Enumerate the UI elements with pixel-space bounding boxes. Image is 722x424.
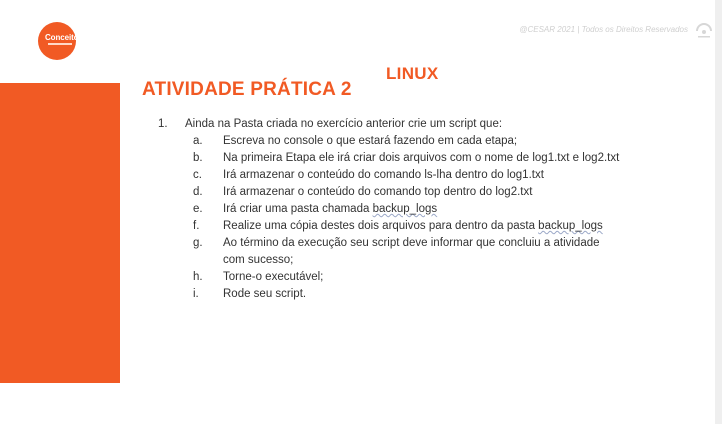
- sub-list: a. Escreva no console o que estará fazen…: [158, 133, 638, 303]
- sub-item-text: Na primeira Etapa ele irá criar dois arq…: [223, 152, 620, 164]
- sub-item-letter: c.: [193, 169, 202, 181]
- page-title: ATIVIDADE PRÁTICA 2: [142, 79, 352, 100]
- sub-item-i: i. Rode seu script.: [193, 286, 638, 303]
- sub-item-b: b. Na primeira Etapa ele irá criar dois …: [193, 150, 638, 167]
- sub-item-text: Escreva no console o que estará fazendo …: [223, 135, 518, 147]
- sub-item-letter: g.: [193, 237, 203, 249]
- sub-item-text: Rode seu script.: [223, 288, 307, 300]
- cesar-logo-icon: [696, 23, 712, 38]
- sub-item-letter: f.: [193, 220, 200, 232]
- sub-item-letter: e.: [193, 203, 203, 215]
- sub-item-d: d. Irá armazenar o conteúdo do comando t…: [193, 184, 638, 201]
- logo-underline: [48, 43, 72, 45]
- sub-item-letter: a.: [193, 135, 203, 147]
- sub-item-text: Irá criar uma pasta chamada backup_logs: [223, 201, 621, 218]
- main-item-number: 1.: [158, 118, 168, 130]
- sub-item-letter: d.: [193, 186, 203, 198]
- activity-list: 1. Ainda na Pasta criada no exercício an…: [158, 116, 638, 303]
- main-list-item: 1. Ainda na Pasta criada no exercício an…: [158, 116, 638, 133]
- logo-text: Conceitos: [45, 33, 83, 42]
- sub-item-c: c. Irá armazenar o conteúdo do comando l…: [193, 167, 638, 184]
- sub-item-letter: i.: [193, 288, 199, 300]
- sub-item-text: Realize uma cópia destes dois arquivos p…: [223, 218, 621, 235]
- os-title: LINUX: [386, 64, 439, 83]
- sub-item-f: f. Realize uma cópia destes dois arquivo…: [193, 218, 638, 235]
- sub-item-text: Torne-o executável;: [223, 271, 324, 283]
- sub-item-text-before: Irá criar uma pasta chamada: [223, 203, 373, 215]
- copyright-text: @CESAR 2021 | Todos os Direitos Reservad…: [519, 25, 688, 34]
- folder-name: backup_logs: [372, 203, 438, 215]
- sub-item-text: Irá armazenar o conteúdo do comando top …: [223, 186, 533, 198]
- sub-item-g: g. Ao término da execução seu script dev…: [193, 235, 638, 269]
- main-item-text: Ainda na Pasta criada no exercício anter…: [185, 118, 503, 130]
- sub-item-text-before: Realize uma cópia destes dois arquivos p…: [223, 220, 539, 232]
- folder-name: backup_logs: [538, 220, 603, 232]
- sub-item-a: a. Escreva no console o que estará fazen…: [193, 133, 638, 150]
- right-edge-strip: [715, 0, 722, 424]
- sub-item-e: e. Irá criar uma pasta chamada backup_lo…: [193, 201, 638, 218]
- sub-item-text: Irá armazenar o conteúdo do comando ls-l…: [223, 169, 544, 181]
- sub-item-letter: h.: [193, 271, 203, 283]
- sub-item-h: h. Torne-o executável;: [193, 269, 638, 286]
- sub-item-letter: b.: [193, 152, 203, 164]
- orange-side-panel: [0, 83, 120, 383]
- slide: Conceitos @CESAR 2021 | Todos os Direito…: [0, 0, 722, 424]
- sub-item-text: Ao término da execução seu script deve i…: [223, 237, 600, 266]
